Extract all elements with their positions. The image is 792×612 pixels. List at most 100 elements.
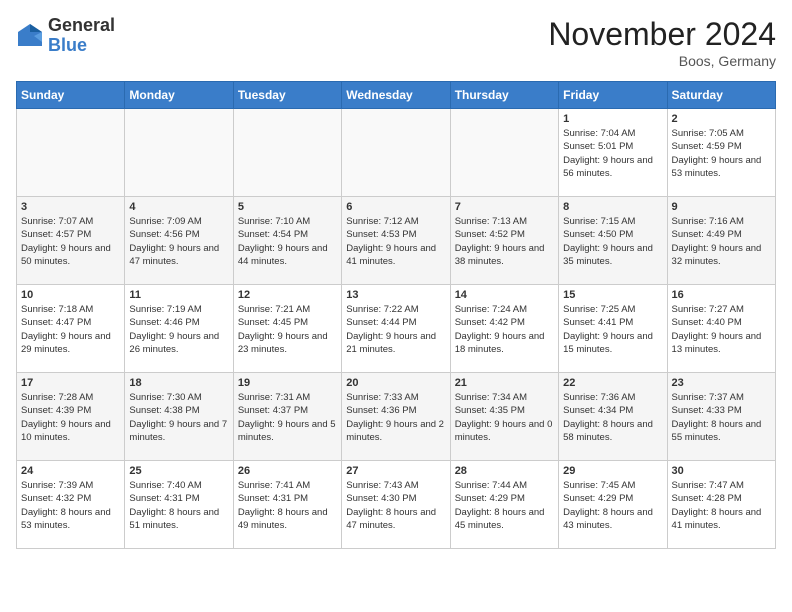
day-number: 12 (238, 289, 337, 301)
logo-text: General Blue (48, 16, 115, 56)
calendar-cell: 6 Sunrise: 7:12 AM Sunset: 4:53 PM Daylig… (342, 197, 450, 285)
day-number: 20 (346, 377, 445, 389)
calendar-week-2: 10Sunrise: 7:18 AM Sunset: 4:47 PM Dayli… (17, 285, 776, 373)
cell-info: Sunrise: 7:39 AM Sunset: 4:32 PM Dayligh… (21, 479, 120, 532)
calendar-cell: 14Sunrise: 7:24 AM Sunset: 4:42 PM Dayli… (450, 285, 558, 373)
calendar-cell: 18 Sunrise: 7:30 AM Sunset: 4:38 PM Dayli… (125, 373, 233, 461)
calendar-cell: 23 Sunrise: 7:37 AM Sunset: 4:33 PM Dayli… (667, 373, 775, 461)
calendar-cell: 11 Sunrise: 7:19 AM Sunset: 4:46 PM Dayli… (125, 285, 233, 373)
day-number: 25 (129, 465, 228, 477)
calendar-cell: 30 Sunrise: 7:47 AM Sunset: 4:28 PM Dayli… (667, 461, 775, 549)
cell-info: Sunrise: 7:18 AM Sunset: 4:47 PM Dayligh… (21, 303, 120, 356)
calendar-cell: 27 Sunrise: 7:43 AM Sunset: 4:30 PM Dayli… (342, 461, 450, 549)
logo-icon (16, 22, 44, 50)
calendar-cell: 13 Sunrise: 7:22 AM Sunset: 4:44 PM Dayli… (342, 285, 450, 373)
cell-info: Sunrise: 7:21 AM Sunset: 4:45 PM Dayligh… (238, 303, 337, 356)
calendar-table: SundayMondayTuesdayWednesdayThursdayFrid… (16, 81, 776, 549)
calendar-week-0: 1 Sunrise: 7:04 AM Sunset: 5:01 PM Daylig… (17, 109, 776, 197)
day-header-friday: Friday (559, 82, 667, 109)
day-number: 19 (238, 377, 337, 389)
calendar-cell: 16 Sunrise: 7:27 AM Sunset: 4:40 PM Dayli… (667, 285, 775, 373)
day-number: 23 (672, 377, 771, 389)
calendar-cell (233, 109, 341, 197)
cell-info: Sunrise: 7:12 AM Sunset: 4:53 PM Dayligh… (346, 215, 445, 268)
calendar-cell: 12 Sunrise: 7:21 AM Sunset: 4:45 PM Dayli… (233, 285, 341, 373)
day-number: 11 (129, 289, 228, 301)
day-number: 24 (21, 465, 120, 477)
cell-info: Sunrise: 7:44 AM Sunset: 4:29 PM Dayligh… (455, 479, 554, 532)
day-number: 16 (672, 289, 771, 301)
calendar-cell: 8 Sunrise: 7:15 AM Sunset: 4:50 PM Daylig… (559, 197, 667, 285)
day-number: 8 (563, 201, 662, 213)
cell-info: Sunrise: 7:09 AM Sunset: 4:56 PM Dayligh… (129, 215, 228, 268)
day-number: 1 (563, 113, 662, 125)
cell-info: Sunrise: 7:30 AM Sunset: 4:38 PM Dayligh… (129, 391, 228, 444)
calendar-header-row: SundayMondayTuesdayWednesdayThursdayFrid… (17, 82, 776, 109)
day-number: 29 (563, 465, 662, 477)
cell-info: Sunrise: 7:07 AM Sunset: 4:57 PM Dayligh… (21, 215, 120, 268)
cell-info: Sunrise: 7:40 AM Sunset: 4:31 PM Dayligh… (129, 479, 228, 532)
calendar-cell: 9Sunrise: 7:16 AM Sunset: 4:49 PM Daylig… (667, 197, 775, 285)
cell-info: Sunrise: 7:25 AM Sunset: 4:41 PM Dayligh… (563, 303, 662, 356)
day-number: 26 (238, 465, 337, 477)
day-header-wednesday: Wednesday (342, 82, 450, 109)
logo-general: General (48, 15, 115, 35)
cell-info: Sunrise: 7:10 AM Sunset: 4:54 PM Dayligh… (238, 215, 337, 268)
calendar-week-4: 24 Sunrise: 7:39 AM Sunset: 4:32 PM Dayli… (17, 461, 776, 549)
cell-info: Sunrise: 7:43 AM Sunset: 4:30 PM Dayligh… (346, 479, 445, 532)
logo-blue: Blue (48, 35, 87, 55)
cell-info: Sunrise: 7:05 AM Sunset: 4:59 PM Dayligh… (672, 127, 771, 180)
calendar-cell: 28 Sunrise: 7:44 AM Sunset: 4:29 PM Dayli… (450, 461, 558, 549)
cell-info: Sunrise: 7:13 AM Sunset: 4:52 PM Dayligh… (455, 215, 554, 268)
day-number: 6 (346, 201, 445, 213)
cell-info: Sunrise: 7:31 AM Sunset: 4:37 PM Dayligh… (238, 391, 337, 444)
calendar-cell: 4Sunrise: 7:09 AM Sunset: 4:56 PM Daylig… (125, 197, 233, 285)
day-number: 18 (129, 377, 228, 389)
cell-info: Sunrise: 7:47 AM Sunset: 4:28 PM Dayligh… (672, 479, 771, 532)
calendar-cell: 17 Sunrise: 7:28 AM Sunset: 4:39 PM Dayli… (17, 373, 125, 461)
cell-info: Sunrise: 7:22 AM Sunset: 4:44 PM Dayligh… (346, 303, 445, 356)
month-title: November 2024 (548, 16, 776, 53)
day-number: 27 (346, 465, 445, 477)
cell-info: Sunrise: 7:33 AM Sunset: 4:36 PM Dayligh… (346, 391, 445, 444)
calendar-cell: 1 Sunrise: 7:04 AM Sunset: 5:01 PM Daylig… (559, 109, 667, 197)
cell-info: Sunrise: 7:45 AM Sunset: 4:29 PM Dayligh… (563, 479, 662, 532)
cell-info: Sunrise: 7:28 AM Sunset: 4:39 PM Dayligh… (21, 391, 120, 444)
calendar-cell: 25 Sunrise: 7:40 AM Sunset: 4:31 PM Dayli… (125, 461, 233, 549)
page-header: General Blue November 2024 Boos, Germany (16, 16, 776, 69)
calendar-body: 1 Sunrise: 7:04 AM Sunset: 5:01 PM Daylig… (17, 109, 776, 549)
day-number: 13 (346, 289, 445, 301)
day-number: 9 (672, 201, 771, 213)
cell-info: Sunrise: 7:27 AM Sunset: 4:40 PM Dayligh… (672, 303, 771, 356)
day-number: 3 (21, 201, 120, 213)
calendar-cell: 7Sunrise: 7:13 AM Sunset: 4:52 PM Daylig… (450, 197, 558, 285)
calendar-cell: 26 Sunrise: 7:41 AM Sunset: 4:31 PM Dayli… (233, 461, 341, 549)
cell-info: Sunrise: 7:37 AM Sunset: 4:33 PM Dayligh… (672, 391, 771, 444)
day-number: 22 (563, 377, 662, 389)
calendar-week-1: 3 Sunrise: 7:07 AM Sunset: 4:57 PM Daylig… (17, 197, 776, 285)
day-number: 30 (672, 465, 771, 477)
day-header-tuesday: Tuesday (233, 82, 341, 109)
cell-info: Sunrise: 7:04 AM Sunset: 5:01 PM Dayligh… (563, 127, 662, 180)
cell-info: Sunrise: 7:15 AM Sunset: 4:50 PM Dayligh… (563, 215, 662, 268)
day-number: 28 (455, 465, 554, 477)
day-header-sunday: Sunday (17, 82, 125, 109)
day-number: 5 (238, 201, 337, 213)
calendar-cell: 10Sunrise: 7:18 AM Sunset: 4:47 PM Dayli… (17, 285, 125, 373)
day-header-thursday: Thursday (450, 82, 558, 109)
calendar-cell: 29 Sunrise: 7:45 AM Sunset: 4:29 PM Dayli… (559, 461, 667, 549)
day-number: 2 (672, 113, 771, 125)
calendar-cell (125, 109, 233, 197)
calendar-cell: 2 Sunrise: 7:05 AM Sunset: 4:59 PM Daylig… (667, 109, 775, 197)
calendar-cell: 22Sunrise: 7:36 AM Sunset: 4:34 PM Dayli… (559, 373, 667, 461)
calendar-cell: 3 Sunrise: 7:07 AM Sunset: 4:57 PM Daylig… (17, 197, 125, 285)
cell-info: Sunrise: 7:41 AM Sunset: 4:31 PM Dayligh… (238, 479, 337, 532)
calendar-cell: 5 Sunrise: 7:10 AM Sunset: 4:54 PM Daylig… (233, 197, 341, 285)
location-subtitle: Boos, Germany (548, 53, 776, 69)
title-area: November 2024 Boos, Germany (548, 16, 776, 69)
cell-info: Sunrise: 7:19 AM Sunset: 4:46 PM Dayligh… (129, 303, 228, 356)
day-number: 17 (21, 377, 120, 389)
day-number: 21 (455, 377, 554, 389)
calendar-week-3: 17 Sunrise: 7:28 AM Sunset: 4:39 PM Dayli… (17, 373, 776, 461)
calendar-cell: 24 Sunrise: 7:39 AM Sunset: 4:32 PM Dayli… (17, 461, 125, 549)
